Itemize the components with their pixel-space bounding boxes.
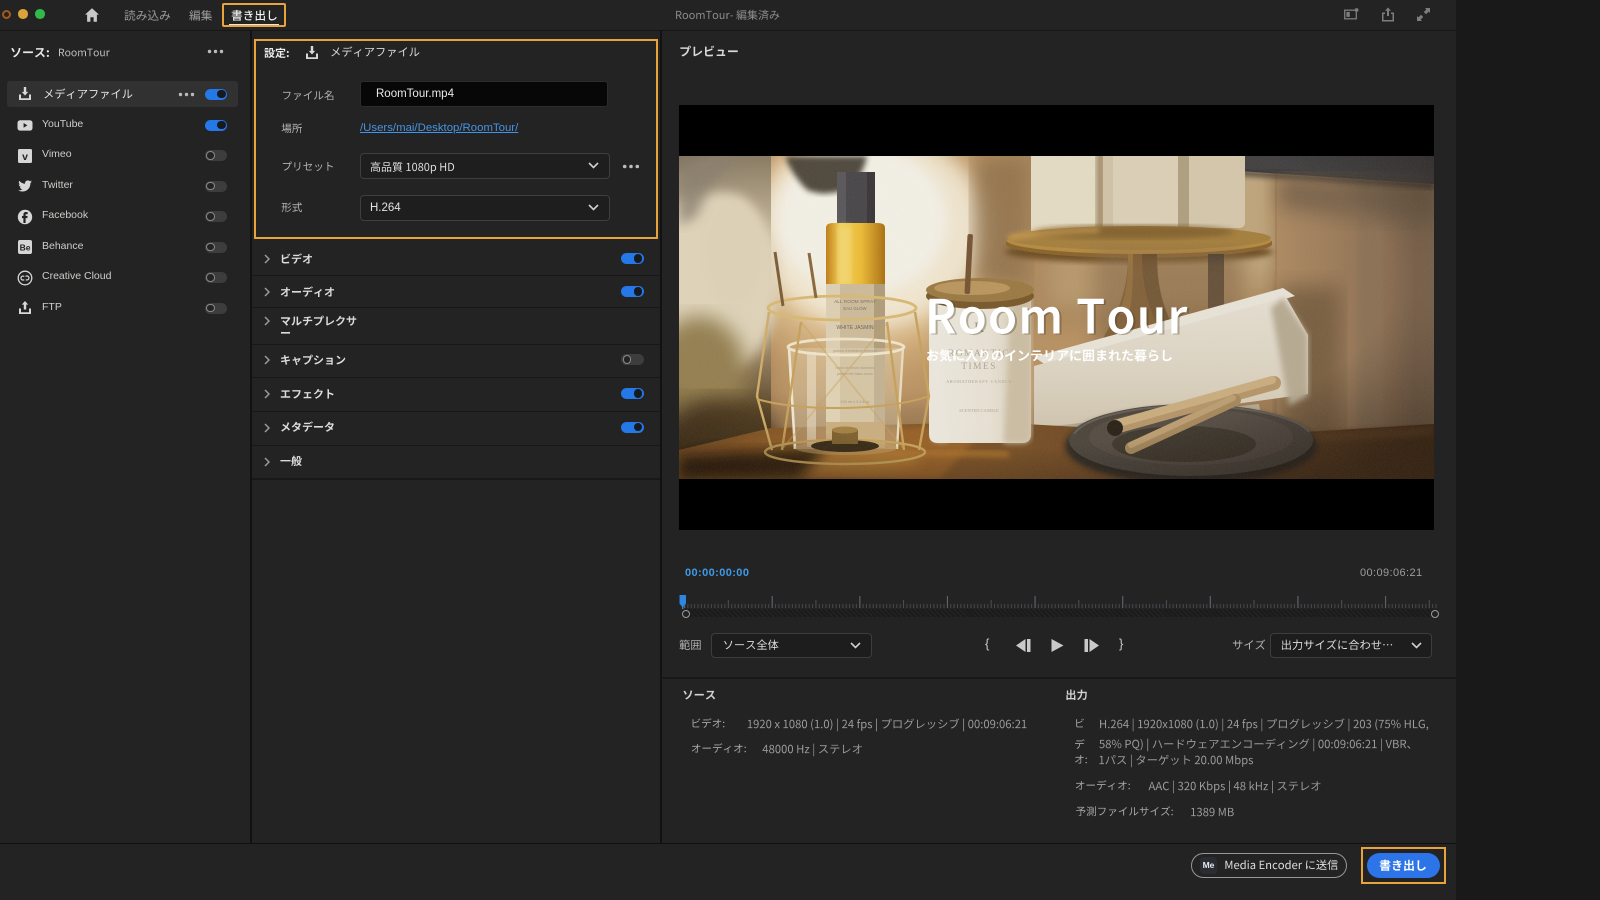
svg-text:v: v: [22, 151, 28, 163]
svg-text:Be: Be: [20, 243, 31, 253]
